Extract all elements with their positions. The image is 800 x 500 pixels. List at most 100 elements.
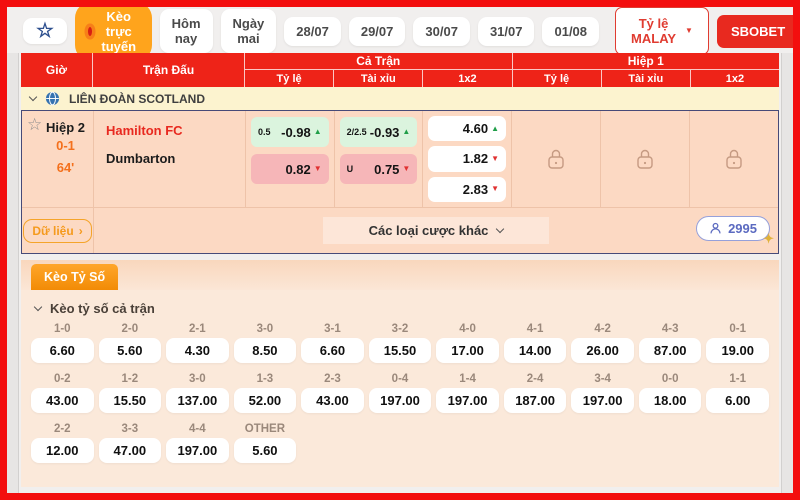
under-label: U [347, 164, 354, 174]
correct-score-section-header[interactable]: Kèo tỷ số cả trận [31, 295, 769, 321]
score-label: 4-3 [639, 321, 702, 338]
score-odds-chip[interactable]: 47.00 [99, 438, 162, 463]
score-odds-chip[interactable]: 5.60 [234, 438, 297, 463]
bookmaker-label: SBOBET [731, 24, 785, 39]
score-odds-chip[interactable]: 6.60 [301, 338, 364, 363]
more-bets-toggle[interactable]: Các loại cược khác [323, 217, 550, 244]
under-odds[interactable]: U 0.75▼ [340, 154, 418, 184]
favorites-button[interactable]: ☆ [23, 18, 67, 44]
chevron-down-icon: ▼ [685, 27, 693, 35]
score-odds-chip[interactable]: 87.00 [639, 338, 702, 363]
bookmaker-dropdown[interactable]: SBOBET ▼ [717, 15, 800, 48]
date-tab-29-07[interactable]: 29/07 [349, 17, 406, 46]
over-odds[interactable]: 2/2.5 -0.93▲ [340, 117, 418, 147]
score-label: 3-0 [234, 321, 297, 338]
score-odds-chip[interactable]: 18.00 [639, 388, 702, 413]
teams-cell[interactable]: Hamilton FC Dumbarton [94, 111, 246, 207]
viewers-count: 2995 [728, 221, 757, 236]
1x2-odds-away[interactable]: 2.83▼ [428, 177, 506, 202]
viewers-pill[interactable]: 2995 ✦ [696, 216, 770, 241]
score-odds-chip[interactable]: 197.00 [166, 438, 229, 463]
score-label: 1-1 [706, 371, 769, 388]
score-odds-chip[interactable]: 14.00 [504, 338, 567, 363]
odds-type-label: Tỷ lệ MALAY [631, 16, 676, 46]
match-row: ☆ Hiệp 2 0-1 64' Hamilton FC Dumbarton 0… [22, 111, 778, 207]
score-cell: 3-08.50 [234, 321, 297, 363]
1x2-value: 4.60 [463, 121, 488, 136]
star-icon[interactable]: ☆ [27, 116, 42, 133]
date-tab-30-07[interactable]: 30/07 [413, 17, 470, 46]
full-time-header: Cả Trận [245, 53, 512, 70]
star-icon: ☆ [36, 21, 54, 41]
first-half-header: Hiệp 1 [513, 53, 780, 70]
score-label: 3-0 [166, 371, 229, 388]
score-odds-chip[interactable]: 43.00 [31, 388, 94, 413]
score-odds-chip[interactable]: 4.30 [166, 338, 229, 363]
score-cell: 1-06.60 [31, 321, 94, 363]
league-name: LIÊN ĐOÀN SCOTLAND [69, 92, 205, 106]
score-odds-chip[interactable]: 6.00 [706, 388, 769, 413]
lock-icon [634, 146, 656, 172]
score-cell: 2-14.30 [166, 321, 229, 363]
score-odds-chip[interactable]: 12.00 [31, 438, 94, 463]
score-tabstrip: Kèo Tỷ Số [21, 260, 779, 290]
score-odds-chip[interactable]: 52.00 [234, 388, 297, 413]
score-cell: 1-16.00 [706, 371, 769, 413]
col-group-first-half: Hiệp 1 Tỷ lệ Tài xỉu 1x2 [512, 53, 780, 87]
score-odds-chip[interactable]: 197.00 [436, 388, 499, 413]
arrow-up-icon: ▲ [402, 128, 410, 136]
score-cell: 3-347.00 [99, 421, 162, 463]
handicap-odds-down[interactable]: 0.82▼ [251, 154, 329, 184]
score-label: 1-3 [234, 371, 297, 388]
right-scrollbar[interactable] [781, 53, 793, 493]
score-odds-chip[interactable]: 8.50 [234, 338, 297, 363]
score-odds-chip[interactable]: 17.00 [436, 338, 499, 363]
score-odds-chip[interactable]: 197.00 [369, 388, 432, 413]
odds-type-dropdown[interactable]: Tỷ lệ MALAY ▼ [615, 7, 709, 55]
score-odds-chip[interactable]: 26.00 [571, 338, 634, 363]
arrow-down-icon: ▼ [491, 155, 499, 163]
date-tab-28-07[interactable]: 28/07 [284, 17, 341, 46]
chevron-down-icon: ▼ [794, 27, 800, 35]
1x2-odds-home[interactable]: 4.60▲ [428, 116, 506, 141]
arrow-down-icon: ▼ [402, 165, 410, 173]
score-odds-chip[interactable]: 137.00 [166, 388, 229, 413]
handicap-odds-up[interactable]: 0.5 -0.98▲ [251, 117, 329, 147]
score-cell: 4-4197.00 [166, 421, 229, 463]
h1-sub-odds: Tỷ lệ [513, 70, 601, 87]
league-row[interactable]: LIÊN ĐOÀN SCOTLAND [21, 87, 779, 110]
more-bets-label: Các loại cược khác [369, 223, 489, 238]
ft-sub-1x2: 1x2 [422, 70, 511, 87]
score-odds-chip[interactable]: 197.00 [571, 388, 634, 413]
person-icon [709, 222, 722, 235]
score-odds-chip[interactable]: 43.00 [301, 388, 364, 413]
score-odds-chip[interactable]: 6.60 [31, 338, 94, 363]
data-button-label: Dữ liệu [32, 224, 73, 238]
score-label: 2-4 [504, 371, 567, 388]
date-tab-01-08[interactable]: 01/08 [542, 17, 599, 46]
score-cell: 4-114.00 [504, 321, 567, 363]
score-odds-chip[interactable]: 19.00 [706, 338, 769, 363]
chevron-down-icon [29, 93, 37, 101]
correct-score-title: Kèo tỷ số cả trận [50, 301, 155, 316]
lock-icon [545, 146, 567, 172]
tab-today[interactable]: Hôm nay [160, 9, 213, 53]
1x2-cell: 4.60▲ 1.82▼ 2.83▼ [423, 111, 512, 207]
live-odds-label: Kèo trực tuyến [99, 9, 139, 54]
live-odds-button[interactable]: Kèo trực tuyến [75, 2, 152, 61]
tab-correct-score[interactable]: Kèo Tỷ Số [31, 264, 118, 290]
score-odds-chip[interactable]: 187.00 [504, 388, 567, 413]
date-tab-31-07[interactable]: 31/07 [478, 17, 535, 46]
arrow-down-icon: ▼ [491, 185, 499, 193]
chevron-down-icon [496, 225, 504, 233]
col-group-full-time: Cả Trận Tỷ lệ Tài xỉu 1x2 [245, 53, 512, 87]
1x2-odds-draw[interactable]: 1.82▼ [428, 146, 506, 171]
tab-tomorrow[interactable]: Ngày mai [221, 9, 277, 53]
score-odds-chip[interactable]: 15.50 [369, 338, 432, 363]
score-odds-chip[interactable]: 15.50 [99, 388, 162, 413]
data-button[interactable]: Dữ liệu › [23, 219, 91, 243]
score-cell: 3-16.60 [301, 321, 364, 363]
score-label: 3-4 [571, 371, 634, 388]
score-odds-chip[interactable]: 5.60 [99, 338, 162, 363]
live-score: 0-1 [38, 138, 93, 153]
